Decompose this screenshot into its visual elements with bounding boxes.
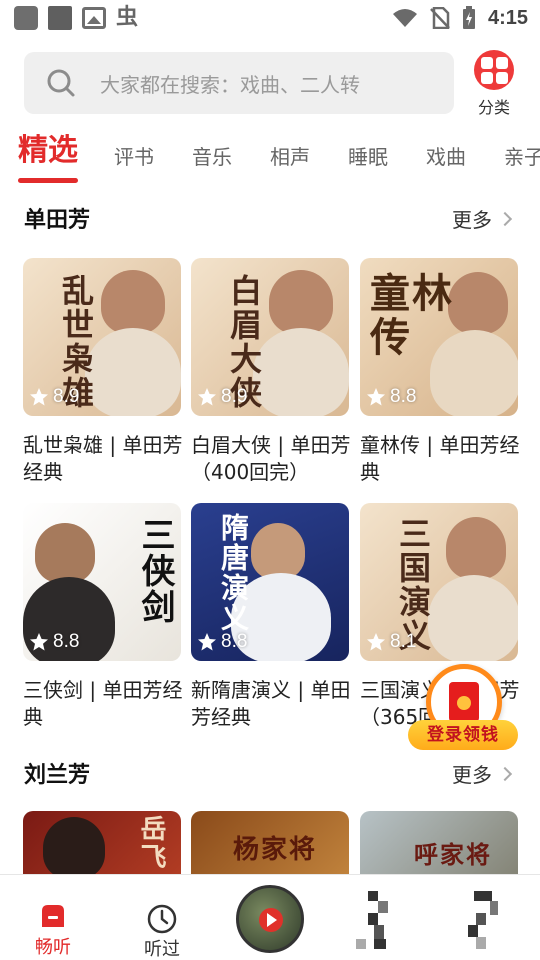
album-title: 三侠剑 | 单田芳经典 bbox=[23, 678, 183, 729]
rating: 8.8 bbox=[197, 631, 247, 653]
album-cover: 童林传 8.8 bbox=[360, 258, 518, 416]
rating: 8.8 bbox=[366, 386, 416, 408]
rating: 8.9 bbox=[29, 386, 79, 408]
album-cover: 三国演义 8.1 bbox=[360, 503, 518, 661]
nav-listen[interactable]: 畅听 bbox=[8, 885, 98, 959]
image-notification-icon bbox=[82, 7, 106, 29]
listen-icon bbox=[42, 905, 64, 927]
tab-featured[interactable]: 精选 bbox=[18, 128, 78, 174]
cover-title: 童林传 bbox=[370, 270, 454, 361]
rating-value: 8.1 bbox=[390, 631, 417, 652]
nav-listen-label: 畅听 bbox=[35, 937, 71, 958]
rating-value: 8.9 bbox=[53, 386, 80, 407]
category-grid-icon bbox=[474, 50, 514, 90]
rating-value: 8.8 bbox=[221, 631, 248, 652]
search-bar[interactable]: 大家都在搜索：戏曲、二人转 bbox=[24, 52, 454, 114]
play-icon bbox=[259, 908, 283, 932]
search-placeholder: 大家都在搜索：戏曲、二人转 bbox=[100, 72, 360, 97]
album-card[interactable]: 白眉大侠 8.9 白眉大侠 | 单田芳（400回完） bbox=[191, 258, 351, 486]
album-title: 白眉大侠 | 单田芳（400回完） bbox=[191, 433, 351, 484]
cover-title: 呼家将 bbox=[414, 840, 492, 869]
tab-parenting[interactable]: 亲子 bbox=[504, 134, 540, 180]
wifi-icon bbox=[392, 9, 417, 27]
rating-value: 8.8 bbox=[390, 386, 417, 407]
now-playing-button[interactable] bbox=[236, 885, 304, 953]
star-icon bbox=[30, 388, 48, 406]
star-icon bbox=[367, 633, 385, 651]
pixelated-nav-icon-2[interactable] bbox=[466, 891, 506, 951]
cover-title: 隋唐演义 bbox=[217, 513, 250, 633]
rating: 8.8 bbox=[29, 631, 79, 653]
rating-value: 8.8 bbox=[53, 631, 80, 652]
clock: 4:15 bbox=[487, 6, 528, 29]
star-icon bbox=[367, 388, 385, 406]
rating: 8.1 bbox=[366, 631, 416, 653]
section-title-shan-tianfang: 单田芳 bbox=[24, 208, 91, 233]
nav-history[interactable]: 听过 bbox=[117, 885, 207, 960]
cover-title: 三侠剑 bbox=[135, 517, 175, 625]
notification-app-icon bbox=[14, 6, 38, 30]
tab-storytelling[interactable]: 评书 bbox=[114, 134, 154, 180]
search-icon bbox=[47, 69, 75, 97]
album-cover: 隋唐演义 8.8 bbox=[191, 503, 349, 661]
tab-music[interactable]: 音乐 bbox=[192, 134, 232, 180]
more-label: 更多 bbox=[452, 763, 492, 787]
album-card[interactable]: 三侠剑 8.8 三侠剑 | 单田芳经典 bbox=[23, 503, 183, 731]
more-link-shan-tianfang[interactable]: 更多 bbox=[452, 204, 513, 233]
album-card[interactable]: 童林传 8.8 童林传 | 单田芳经典 bbox=[360, 258, 520, 486]
rating: 8.9 bbox=[197, 386, 247, 408]
album-cover: 三侠剑 8.8 bbox=[23, 503, 181, 661]
section-title-liu-lanfang: 刘兰芳 bbox=[24, 763, 91, 788]
more-link-liu-lanfang[interactable]: 更多 bbox=[452, 759, 513, 788]
tab-crosstalk[interactable]: 相声 bbox=[270, 134, 310, 180]
chevron-right-icon bbox=[497, 211, 513, 227]
star-icon bbox=[198, 388, 216, 406]
bug-icon: 虫 bbox=[116, 5, 139, 30]
album-card[interactable]: 隋唐演义 8.8 新隋唐演义 | 单田芳经典 bbox=[191, 503, 351, 731]
cover-title: 杨家将 bbox=[233, 835, 318, 865]
album-cover: 乱世枭雄 8.9 bbox=[23, 258, 181, 416]
active-tab-indicator bbox=[18, 178, 78, 183]
clock-icon bbox=[147, 904, 177, 934]
star-icon bbox=[198, 633, 216, 651]
category-label: 分类 bbox=[477, 98, 510, 117]
status-bar: 虫 4:15 bbox=[0, 0, 540, 36]
notification-app-icon-2 bbox=[48, 6, 72, 30]
album-title: 童林传 | 单田芳经典 bbox=[360, 433, 520, 484]
nav-history-label: 听过 bbox=[144, 939, 180, 960]
album-card[interactable]: 乱世枭雄 8.9 乱世枭雄 | 单田芳经典 bbox=[23, 258, 183, 486]
rating-value: 8.9 bbox=[221, 386, 248, 407]
tab-opera[interactable]: 戏曲 bbox=[426, 134, 466, 180]
tab-sleep[interactable]: 睡眠 bbox=[348, 134, 388, 180]
login-reward-button[interactable]: 登录领钱 bbox=[408, 664, 518, 754]
more-label: 更多 bbox=[452, 208, 492, 232]
no-sim-icon bbox=[430, 7, 450, 29]
album-cover: 白眉大侠 8.9 bbox=[191, 258, 349, 416]
cover-title: 岳飞 bbox=[136, 815, 166, 871]
album-title: 新隋唐演义 | 单田芳经典 bbox=[191, 678, 351, 729]
category-button[interactable]: 分类 bbox=[470, 50, 518, 118]
battery-charging-icon bbox=[462, 6, 475, 29]
login-reward-label: 登录领钱 bbox=[408, 720, 518, 750]
album-title: 乱世枭雄 | 单田芳经典 bbox=[23, 433, 183, 484]
chevron-right-icon bbox=[497, 766, 513, 782]
pixelated-nav-icon-1[interactable] bbox=[354, 891, 394, 951]
bottom-navigation: 畅听 听过 bbox=[0, 874, 540, 960]
star-icon bbox=[30, 633, 48, 651]
category-tabs: 精选 评书 音乐 相声 睡眠 戏曲 亲子 bbox=[0, 128, 540, 188]
